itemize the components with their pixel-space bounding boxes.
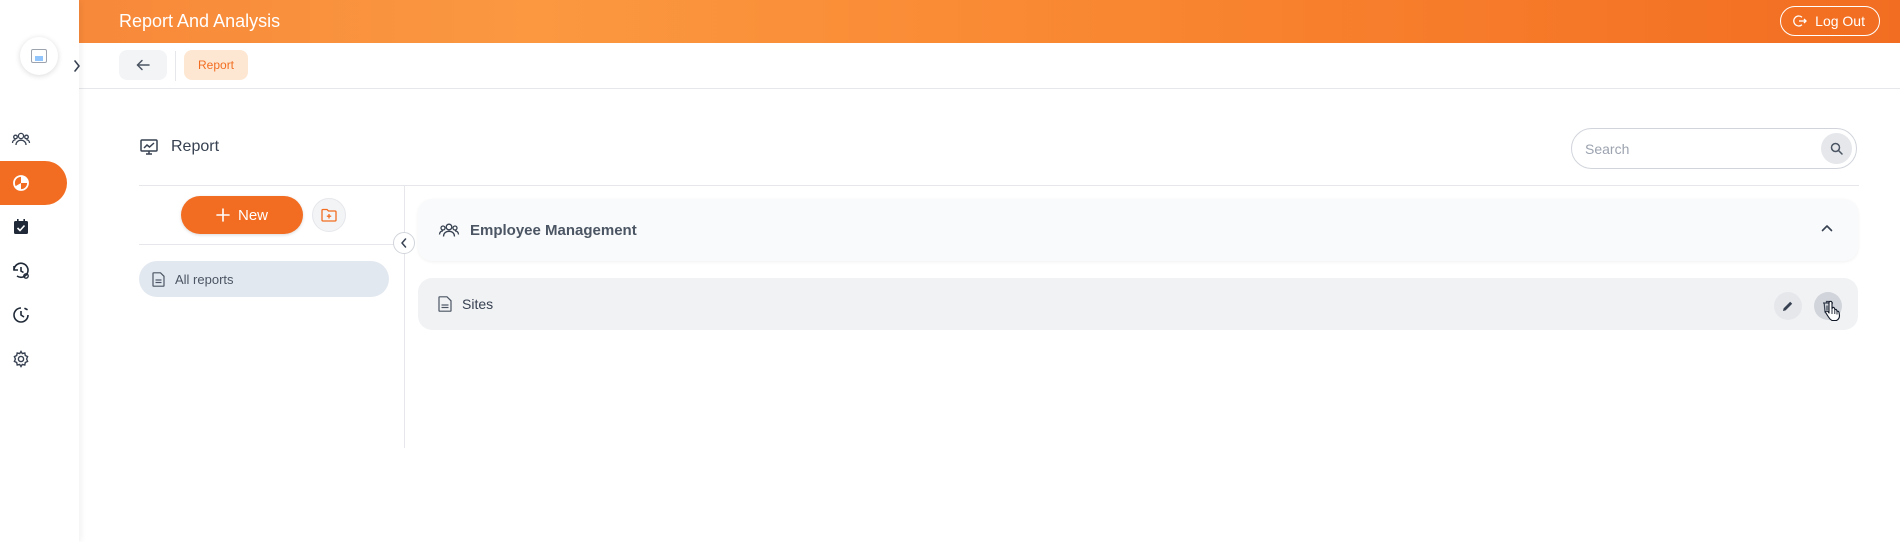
logout-icon	[1793, 15, 1808, 27]
logout-label: Log Out	[1815, 13, 1865, 29]
sidebar-item-history-settings[interactable]	[0, 249, 67, 293]
new-report-button[interactable]: New	[181, 196, 303, 234]
sidebar-item-attendance[interactable]	[0, 205, 67, 249]
all-reports-label: All reports	[175, 271, 234, 287]
sidebar-expand-chevron-icon[interactable]	[71, 58, 83, 74]
search-box	[1571, 128, 1857, 169]
app-root: Report And Analysis Log Out Report Repor…	[0, 0, 1900, 542]
report-row-sites[interactable]: Sites	[418, 278, 1858, 330]
report-name: Sites	[462, 296, 494, 312]
users-group-icon	[438, 223, 460, 237]
app-title: Report And Analysis	[119, 11, 281, 31]
page-heading: Report	[139, 137, 219, 157]
breadcrumb-divider	[175, 51, 176, 81]
back-button[interactable]	[119, 50, 167, 80]
new-button-label: New	[237, 206, 268, 224]
panel-divider	[139, 244, 405, 245]
search-input[interactable]	[1585, 138, 1805, 160]
report-group-title: Employee Management	[470, 221, 637, 239]
users-icon	[11, 132, 31, 146]
presentation-chart-icon	[140, 139, 158, 155]
panel-separator	[404, 186, 405, 448]
logout-button[interactable]: Log Out	[1780, 6, 1880, 36]
search-icon	[1830, 142, 1843, 155]
breadcrumb-bar: Report	[79, 43, 1900, 89]
chevron-left-icon	[401, 238, 407, 248]
gear-icon	[13, 350, 29, 368]
collapse-panel-button[interactable]	[393, 232, 415, 254]
report-chart-icon	[13, 175, 29, 191]
folder-item-all-reports[interactable]: All reports	[139, 261, 389, 297]
broken-image-icon	[31, 49, 47, 63]
sidebar-item-settings[interactable]	[0, 337, 67, 381]
main-content: Report New	[79, 89, 1900, 542]
folder-plus-icon	[321, 208, 337, 222]
new-folder-button[interactable]	[312, 198, 346, 232]
hand-pointer-cursor-icon	[1825, 300, 1841, 322]
breadcrumb-item-report[interactable]: Report	[184, 50, 249, 80]
sidebar	[0, 0, 80, 542]
calendar-check-icon	[14, 219, 28, 234]
sidebar-item-reports[interactable]	[0, 161, 67, 205]
pencil-icon	[1783, 301, 1793, 311]
edit-report-button[interactable]	[1774, 292, 1802, 320]
report-group-header[interactable]: Employee Management	[418, 199, 1858, 261]
company-logo[interactable]	[20, 37, 58, 75]
document-icon	[152, 271, 165, 287]
top-bar: Report And Analysis Log Out	[79, 0, 1900, 43]
search-button[interactable]	[1821, 133, 1852, 164]
plus-icon	[216, 208, 230, 222]
clock-history-icon	[13, 307, 29, 323]
document-icon	[438, 296, 452, 312]
sidebar-item-users[interactable]	[0, 117, 67, 161]
report-folders-panel: New All reports	[139, 186, 405, 448]
page-title: Report	[171, 138, 220, 155]
sidebar-item-clock-history[interactable]	[0, 293, 67, 337]
arrow-left-icon	[136, 59, 150, 71]
history-settings-icon	[13, 262, 29, 279]
chevron-up-icon[interactable]	[1820, 221, 1834, 235]
